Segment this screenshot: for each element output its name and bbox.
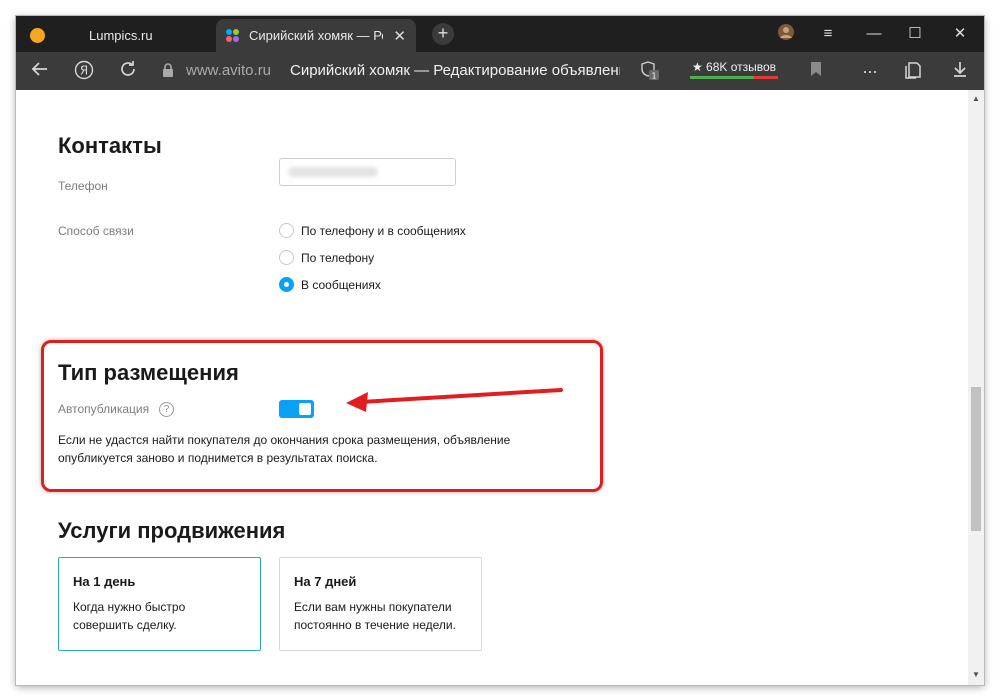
yandex-icon[interactable]: Я <box>72 60 96 82</box>
new-tab-button[interactable]: + <box>432 23 454 45</box>
close-window-icon[interactable]: ✕ <box>946 23 974 45</box>
bookmark-icon[interactable] <box>804 60 828 82</box>
address-page-title[interactable]: Сирийский хомяк — Редактирование объявле… <box>290 62 620 79</box>
reload-icon[interactable] <box>116 60 140 82</box>
avito-favicon-icon <box>226 28 240 43</box>
scroll-thumb[interactable] <box>971 387 981 531</box>
promo-card-1-day[interactable]: На 1 день Когда нужно быстро совершить с… <box>58 557 261 651</box>
rating-bar <box>690 76 778 79</box>
browser-toolbar: Я www.avito.ru Сирийский хомяк — Редакти… <box>16 52 984 90</box>
close-tab-icon[interactable]: ✕ <box>393 27 406 45</box>
collections-icon[interactable] <box>902 60 926 82</box>
protect-icon[interactable]: 1 <box>638 60 662 82</box>
reviews-badge[interactable]: ★ 68K отзывов <box>688 58 780 82</box>
promo-card-title: На 1 день <box>73 574 136 589</box>
tab-label: Lumpics.ru <box>89 28 153 43</box>
lumpics-favicon-icon <box>30 28 45 43</box>
downloads-icon[interactable] <box>948 60 972 82</box>
tab-avito[interactable]: Сирийский хомяк — Редактирование объявле… <box>216 19 416 52</box>
reviews-label: ★ 68K отзывов <box>691 60 777 74</box>
promo-card-desc: Если вам нужны покупатели постоянно в те… <box>294 600 456 632</box>
scroll-down-icon[interactable]: ▼ <box>972 670 980 679</box>
menu-icon[interactable]: ≡ <box>814 23 842 45</box>
page-content: Контакты Телефон Способ связи По телефон… <box>16 90 968 685</box>
scroll-up-icon[interactable]: ▲ <box>972 94 980 103</box>
promo-card-title: На 7 дней <box>294 574 357 589</box>
svg-text:Я: Я <box>80 64 88 78</box>
tab-label: Сирийский хомяк — Редактирование объявле… <box>249 28 383 43</box>
more-button[interactable]: ... <box>858 58 882 82</box>
maximize-icon[interactable]: ☐ <box>901 23 929 45</box>
back-icon[interactable] <box>28 60 52 82</box>
page-scrollbar[interactable]: ▲ ▼ <box>968 90 984 685</box>
address-domain[interactable]: www.avito.ru <box>186 62 271 79</box>
protect-badge: 1 <box>651 72 656 81</box>
promo-card-desc: Когда нужно быстро совершить сделку. <box>73 600 186 632</box>
browser-window: Lumpics.ru Сирийский хомяк — Редактирова… <box>16 16 984 685</box>
tab-lumpics[interactable]: Lumpics.ru <box>24 19 216 52</box>
extension-avatar-icon[interactable] <box>772 23 800 45</box>
promotion-heading: Услуги продвижения <box>58 518 286 543</box>
tab-strip: Lumpics.ru Сирийский хомяк — Редактирова… <box>16 16 984 52</box>
minimize-icon[interactable]: — <box>860 23 888 45</box>
promo-card-7-days[interactable]: На 7 дней Если вам нужны покупатели пост… <box>279 557 482 651</box>
lock-icon[interactable] <box>162 63 174 77</box>
